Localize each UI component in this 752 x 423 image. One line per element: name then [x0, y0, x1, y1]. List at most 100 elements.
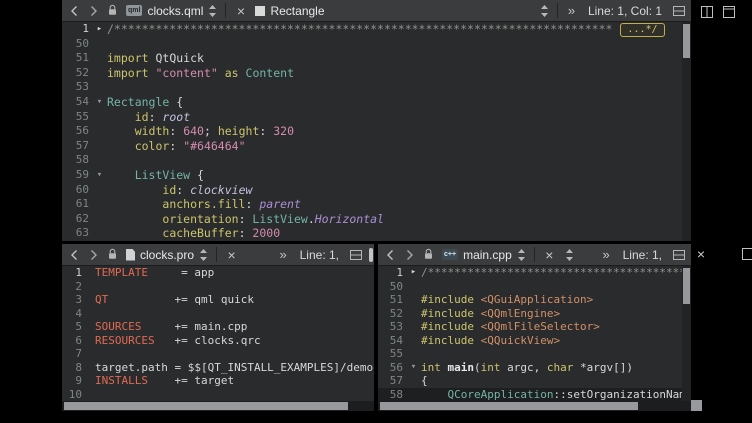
line-number: 54 [62, 95, 92, 110]
code-line[interactable]: 52#include <QQmlEngine> [378, 307, 691, 321]
split-button[interactable] [347, 246, 364, 264]
code-line[interactable]: 50 [378, 280, 691, 294]
code-editor-cpp[interactable]: 1▸/*************************************… [378, 266, 691, 401]
document-dropdown[interactable]: clocks.pro [123, 245, 211, 265]
code-line[interactable]: 53 [62, 80, 691, 95]
forward-button[interactable] [401, 246, 418, 264]
horizontal-scrollbar[interactable] [62, 401, 374, 411]
back-button[interactable] [382, 246, 399, 264]
code-line[interactable]: 56 width: 640; height: 320 [62, 124, 691, 139]
code-line[interactable]: 57 color: "#646464" [62, 139, 691, 154]
symbol-dropdown[interactable]: Rectangle [252, 1, 551, 21]
cursor-position[interactable]: Line: 1, [623, 248, 662, 262]
code-line[interactable]: 58 QCoreApplication::setOrganizationNam [378, 388, 691, 402]
fold-open-icon[interactable]: ▾ [92, 168, 107, 183]
line-number: 63 [62, 226, 92, 241]
code-line[interactable]: 60 id: clockview [62, 183, 691, 198]
code-line[interactable]: 6RESOURCES += clocks.qrc [62, 334, 374, 348]
code-line[interactable]: 1▸/*************************************… [62, 22, 691, 37]
back-button[interactable] [66, 2, 83, 20]
overflow-button[interactable]: » [598, 246, 615, 264]
code-line[interactable]: 55 [378, 347, 691, 361]
folded-code-badge[interactable]: ...*/ [620, 23, 664, 37]
file-name: clocks.pro [140, 248, 194, 262]
separator [557, 3, 558, 18]
code-line[interactable]: 50 [62, 37, 691, 52]
line-number: 60 [62, 183, 92, 198]
lock-icon[interactable] [104, 2, 121, 20]
fold-closed-icon[interactable]: ▸ [406, 266, 421, 280]
code-editor-pro[interactable]: 1TEMPLATE = app23QT += qml quick45SOURCE… [62, 266, 374, 401]
code-text: id: root [107, 110, 691, 125]
code-line[interactable]: 51#include <QGuiApplication> [378, 293, 691, 307]
code-line[interactable]: 56▾int main(int argc, char *argv[]) [378, 361, 691, 375]
line-number: 7 [62, 347, 85, 361]
code-line[interactable]: 53#include <QQmlFileSelector> [378, 320, 691, 334]
scrollbar-thumb[interactable] [683, 24, 690, 58]
line-number: 5 [62, 320, 85, 334]
document-dropdown[interactable]: c++ main.cpp [439, 245, 529, 265]
split-button[interactable] [670, 246, 687, 264]
vertical-scrollbar[interactable] [682, 22, 691, 241]
code-line[interactable]: 9INSTALLS += target [62, 374, 374, 388]
code-line[interactable]: 5SOURCES += main.cpp [62, 320, 374, 334]
code-line[interactable]: 4 [62, 307, 374, 321]
scrollbar-thumb[interactable] [64, 402, 348, 410]
back-button[interactable] [66, 246, 83, 264]
code-line[interactable]: 55 id: root [62, 110, 691, 125]
code-line[interactable]: 1▸/*************************************… [378, 266, 691, 280]
fold-closed-icon[interactable]: ▸ [92, 22, 107, 37]
fold-open-icon[interactable]: ▾ [92, 95, 107, 110]
combo-arrows-icon [199, 248, 208, 262]
close-document-button[interactable]: × [223, 246, 240, 264]
code-line[interactable]: 61 anchors.fill: parent [62, 197, 691, 212]
scrollbar-thumb[interactable] [380, 402, 638, 410]
code-line[interactable]: 59▾ ListView { [62, 168, 691, 183]
vertical-scrollbar[interactable] [682, 266, 691, 401]
code-line[interactable]: 10 [62, 388, 374, 402]
code-line[interactable]: 58 [62, 153, 691, 168]
overflow-button[interactable]: » [275, 246, 292, 264]
forward-button[interactable] [85, 246, 102, 264]
scrollbar-thumb[interactable] [683, 268, 690, 304]
code-line[interactable]: 57{ [378, 374, 691, 388]
cursor-position[interactable]: Line: 1, Col: 1 [588, 4, 662, 18]
code-line[interactable]: 54▾Rectangle { [62, 95, 691, 110]
code-line[interactable]: 2 [62, 280, 374, 294]
overflow-button[interactable]: » [563, 2, 580, 20]
split-icon[interactable] [699, 4, 714, 19]
line-number: 3 [62, 293, 85, 307]
cursor-position[interactable]: Line: 1, [300, 248, 339, 262]
code-line[interactable]: 7 [62, 347, 374, 361]
close-split-icon[interactable] [369, 248, 373, 262]
code-line[interactable]: 62 orientation: ListView.Horizontal [62, 212, 691, 227]
code-text: RESOURCES += clocks.qrc [95, 334, 374, 348]
line-number: 1 [62, 22, 92, 37]
editor-toolbar-top: qml clocks.qml × Rectangle » Line: 1, Co… [62, 0, 691, 22]
code-line[interactable]: 1TEMPLATE = app [62, 266, 374, 280]
code-line[interactable]: 8target.path = $$[QT_INSTALL_EXAMPLES]/d… [62, 361, 374, 375]
close-document-button[interactable]: × [232, 2, 249, 20]
line-number: 53 [378, 320, 406, 334]
code-editor-qml[interactable]: 1▸/*************************************… [62, 22, 691, 241]
code-line[interactable]: 52import "content" as Content [62, 66, 691, 81]
split-button[interactable] [670, 2, 687, 20]
lock-icon[interactable] [420, 246, 437, 264]
horizontal-scrollbar[interactable] [378, 401, 691, 411]
line-number: 53 [62, 80, 92, 95]
lock-icon[interactable] [104, 246, 121, 264]
maximize-icon[interactable] [721, 4, 736, 19]
code-line[interactable]: 51import QtQuick [62, 51, 691, 66]
partial-window-icon[interactable] [741, 247, 752, 261]
document-dropdown[interactable]: qml clocks.qml [123, 1, 220, 21]
forward-button[interactable] [85, 2, 102, 20]
close-split-icon[interactable]: × [694, 247, 708, 261]
code-line[interactable]: 3QT += qml quick [62, 293, 374, 307]
line-number: 1 [378, 266, 406, 280]
code-line[interactable]: 63 cacheBuffer: 2000 [62, 226, 691, 241]
line-number: 56 [378, 361, 406, 375]
close-document-button[interactable]: × [541, 246, 558, 264]
symbol-dropdown[interactable] [561, 246, 578, 264]
code-line[interactable]: 54#include <QQuickView> [378, 334, 691, 348]
fold-open-icon[interactable]: ▾ [406, 361, 421, 375]
